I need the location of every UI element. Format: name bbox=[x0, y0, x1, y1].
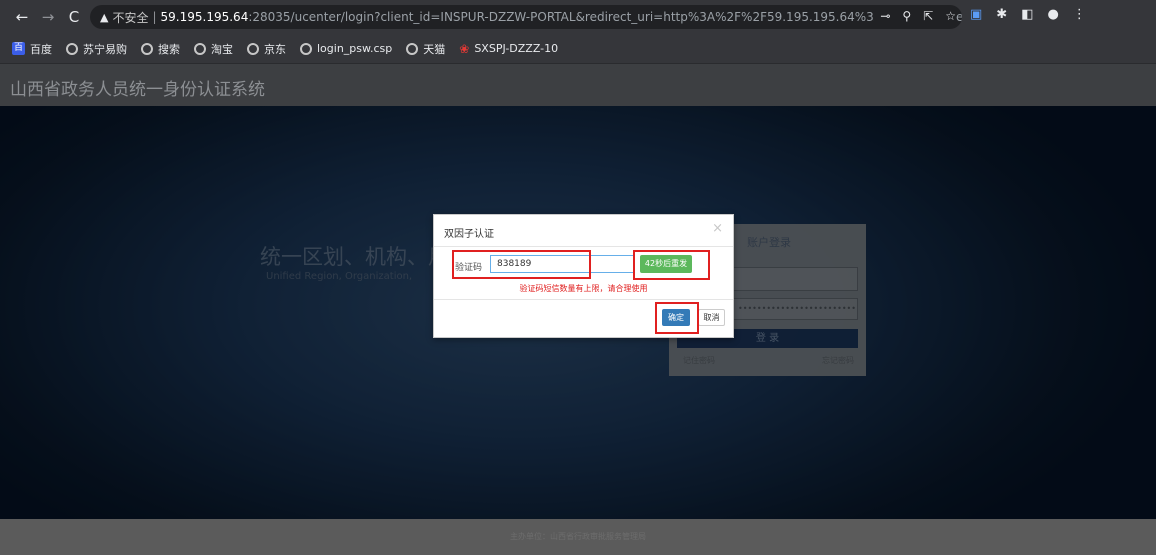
globe-icon bbox=[194, 42, 206, 55]
baidu-icon: 百 bbox=[12, 42, 25, 55]
sms-limit-hint: 验证码短信数量有上限，请合理使用 bbox=[519, 284, 648, 293]
warning-icon: ▲ bbox=[100, 10, 109, 24]
bookmark-label: 苏宁易购 bbox=[83, 42, 127, 56]
zoom-icon[interactable]: ⚲ bbox=[902, 9, 911, 23]
site-header: 山西省政务人员统一身份认证系统 bbox=[0, 64, 1156, 106]
globe-icon bbox=[247, 42, 259, 55]
annotation-resend-box bbox=[633, 250, 710, 280]
url-path: :28035/ucenter/login?client_id=INSPUR-DZ… bbox=[248, 10, 962, 24]
globe-icon bbox=[300, 42, 312, 55]
bookmark-jd[interactable]: 京东 bbox=[247, 41, 286, 57]
bookmark-label: 百度 bbox=[30, 42, 52, 56]
annotation-code-box bbox=[452, 250, 591, 279]
annotation-confirm-box bbox=[655, 302, 699, 334]
page-content: 山西省政务人员统一身份认证系统 统一区划、机构、用 Unified Region… bbox=[0, 64, 1156, 555]
bookmarks-bar: 百百度 苏宁易购 搜索 淘宝 京东 login_psw.csp 天猫 ❀ SXSP… bbox=[0, 34, 1156, 64]
bookmark-sxspj[interactable]: ❀ SXSPJ-DZZZ-10 bbox=[459, 42, 558, 56]
globe-icon bbox=[141, 42, 153, 55]
insecure-label: 不安全 bbox=[112, 10, 149, 25]
dialog-header: 双因子认证 × bbox=[434, 215, 733, 247]
cancel-button[interactable]: 取消 bbox=[698, 309, 725, 326]
omnibox-actions: ⊸ ⚲ ⇱ ☆ bbox=[874, 9, 956, 23]
bookmark-label: 淘宝 bbox=[211, 42, 233, 56]
bookmark-tmall[interactable]: 天猫 bbox=[406, 41, 445, 57]
bookmark-label: 京东 bbox=[264, 42, 286, 56]
dialog-divider bbox=[434, 299, 733, 300]
globe-icon bbox=[406, 42, 419, 55]
footer-text: 主办单位：山西省行政审批服务管理局 bbox=[510, 532, 646, 541]
reload-icon[interactable]: C bbox=[62, 8, 86, 26]
share-icon[interactable]: ⇱ bbox=[923, 9, 933, 23]
bookmark-search[interactable]: 搜索 bbox=[141, 41, 180, 57]
sidebar-icon[interactable]: ◧ bbox=[1021, 7, 1033, 22]
bookmark-taobao[interactable]: 淘宝 bbox=[194, 41, 233, 57]
bookmark-label: login_psw.csp bbox=[317, 42, 393, 55]
forward-icon[interactable]: → bbox=[36, 8, 60, 26]
menu-icon[interactable]: ⋮ bbox=[1073, 7, 1086, 22]
bookmark-baidu[interactable]: 百百度 bbox=[12, 41, 52, 57]
address-bar[interactable]: ▲ 不安全 | 59.195.195.64 :28035/ucenter/log… bbox=[90, 5, 962, 29]
bookmark-label: 搜索 bbox=[158, 42, 180, 56]
profile-icon[interactable]: ● bbox=[1048, 7, 1059, 22]
bookmark-login-psw[interactable]: login_psw.csp bbox=[300, 42, 392, 55]
huawei-icon: ❀ bbox=[459, 41, 470, 56]
extensions-area: ▣ ✱ ◧ ● ⋮ bbox=[970, 7, 1086, 22]
key-icon[interactable]: ⊸ bbox=[880, 9, 890, 23]
url-host: 59.195.195.64 bbox=[160, 10, 249, 24]
back-icon[interactable]: ← bbox=[10, 8, 34, 26]
puzzle-icon[interactable]: ✱ bbox=[996, 7, 1007, 22]
site-footer: 主办单位：山西省行政审批服务管理局 bbox=[0, 519, 1156, 555]
browser-toolbar: ← → C ▲ 不安全 | 59.195.195.64 :28035/ucent… bbox=[0, 0, 1156, 34]
bookmark-label: SXSPJ-DZZZ-10 bbox=[474, 42, 559, 55]
dialog-title: 双因子认证 bbox=[444, 229, 494, 240]
translate-extension-icon[interactable]: ▣ bbox=[970, 7, 982, 22]
star-icon[interactable]: ☆ bbox=[945, 9, 956, 23]
address-separator: | bbox=[152, 10, 157, 24]
site-title: 山西省政务人员统一身份认证系统 bbox=[10, 80, 265, 100]
globe-icon bbox=[66, 42, 78, 55]
bookmark-label: 天猫 bbox=[423, 42, 446, 56]
bookmark-suning[interactable]: 苏宁易购 bbox=[66, 41, 127, 57]
close-icon[interactable]: × bbox=[712, 221, 723, 236]
